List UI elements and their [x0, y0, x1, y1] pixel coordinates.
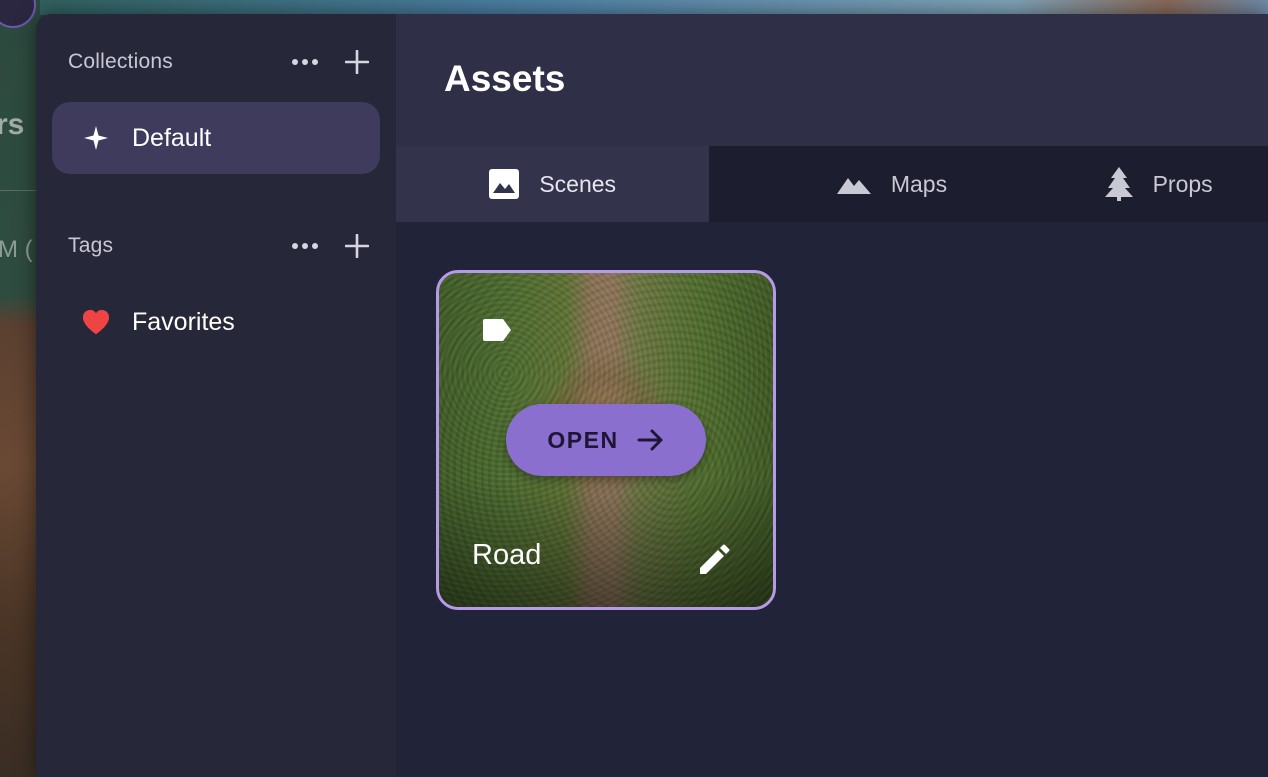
tree-icon	[1104, 167, 1133, 201]
edit-button[interactable]	[693, 537, 737, 581]
tag-item-label: Favorites	[132, 307, 235, 336]
tags-more-button[interactable]	[290, 231, 320, 261]
add-icon	[345, 50, 369, 74]
pencil-icon	[700, 544, 730, 574]
open-button[interactable]: OPEN	[506, 404, 706, 476]
sidebar: Collections Default Tags Favorites	[36, 14, 396, 777]
mountain-icon	[836, 178, 871, 194]
background-partial-text: M (	[0, 236, 33, 263]
open-button-label: OPEN	[547, 426, 619, 453]
more-horiz-icon	[292, 243, 318, 249]
more-horiz-icon	[292, 59, 318, 65]
main-header: Assets	[396, 14, 1268, 146]
arrow-right-icon	[637, 429, 663, 451]
tags-add-button[interactable]	[342, 231, 372, 261]
tab-scenes[interactable]: Scenes	[396, 146, 710, 222]
tags-actions	[290, 230, 372, 262]
tab-maps-label: Maps	[890, 170, 948, 197]
tab-props-label: Props	[1152, 170, 1213, 197]
collections-add-button[interactable]	[342, 47, 372, 77]
scene-card-title: Road	[472, 539, 542, 571]
background-sky	[0, 0, 1268, 14]
collections-title: Collections	[68, 50, 173, 73]
collection-item-label: Default	[132, 123, 212, 152]
sparkle-icon	[82, 124, 110, 152]
tab-props[interactable]: Props	[1075, 146, 1268, 222]
asset-tabs: Scenes Maps Props	[396, 146, 1268, 222]
label-icon[interactable]	[481, 317, 513, 343]
collections-header: Collections	[68, 46, 369, 78]
tags-title: Tags	[68, 234, 114, 257]
background-partial-heading: rs	[0, 108, 25, 141]
image-icon	[489, 169, 520, 199]
tab-scenes-label: Scenes	[539, 170, 617, 197]
collections-actions	[290, 46, 372, 78]
add-icon	[345, 234, 369, 258]
tags-header: Tags	[68, 230, 369, 262]
collection-item-default[interactable]: Default	[52, 102, 380, 174]
tag-item-favorites[interactable]: Favorites	[52, 286, 380, 358]
heart-icon	[82, 308, 110, 336]
page-title: Assets	[444, 58, 566, 99]
asset-browser-dialog: Collections Default Tags Favorites Asset…	[36, 14, 1268, 777]
background-divider	[0, 190, 40, 191]
tab-maps[interactable]: Maps	[709, 146, 1074, 222]
main-panel: Assets Scenes Maps Props OPEN Road	[396, 14, 1268, 777]
collections-more-button[interactable]	[290, 47, 320, 77]
scene-card[interactable]: OPEN Road	[436, 270, 776, 610]
